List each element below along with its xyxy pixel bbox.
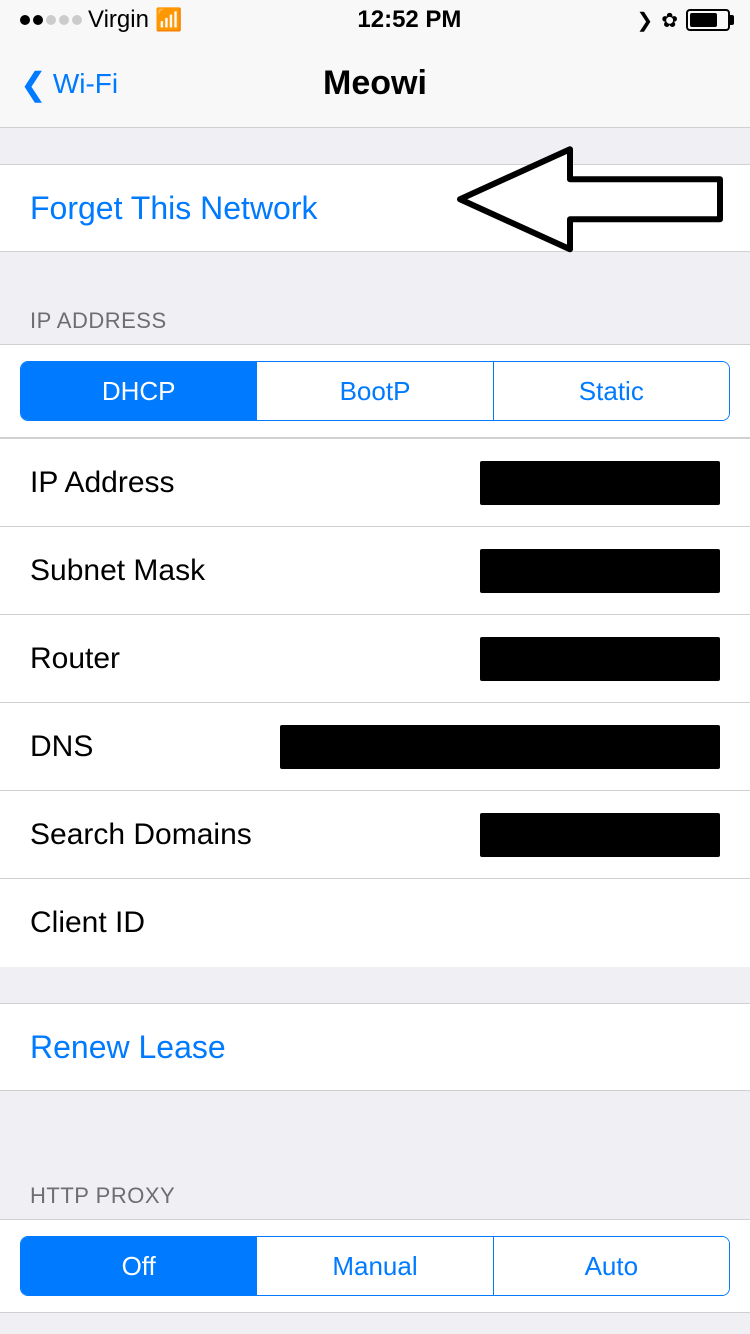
http-proxy-segment-control: Off Manual Auto — [20, 1236, 730, 1296]
segment-dhcp[interactable]: DHCP — [21, 362, 257, 420]
row-label-subnet-mask: Subnet Mask — [30, 554, 205, 588]
row-label-client-id: Client ID — [30, 906, 145, 940]
section-gap-top — [0, 128, 750, 164]
nav-bar: ❮ Wi-Fi Meowi — [0, 40, 750, 128]
row-label-ip-address: IP Address — [30, 466, 175, 500]
row-value-subnet-mask — [480, 549, 720, 593]
back-label: Wi-Fi — [53, 68, 118, 100]
ip-segment-control: DHCP BootP Static — [20, 361, 730, 421]
section-gap-2 — [0, 252, 750, 288]
status-right: ❯ ✿ — [636, 8, 730, 33]
table-row-dns: DNS — [0, 703, 750, 791]
signal-dot-5 — [72, 15, 82, 25]
forget-network-row[interactable]: Forget This Network — [0, 164, 750, 252]
row-label-dns: DNS — [30, 730, 93, 764]
renew-lease-label: Renew Lease — [30, 1029, 226, 1066]
forget-network-wrapper: Forget This Network — [0, 164, 750, 252]
proxy-option-auto[interactable]: Auto — [494, 1237, 729, 1295]
table-row-client-id: Client ID — [0, 879, 750, 967]
row-value-ip-address — [480, 461, 720, 505]
status-left: Virgin 📶 — [20, 6, 182, 34]
signal-dot-3 — [46, 15, 56, 25]
forget-network-label: Forget This Network — [30, 190, 318, 227]
status-bar: Virgin 📶 12:52 PM ❯ ✿ — [0, 0, 750, 40]
row-value-router — [480, 637, 720, 681]
signal-dot-4 — [59, 15, 69, 25]
page-title: Meowi — [323, 64, 427, 103]
http-proxy-header: HTTP PROXY — [0, 1163, 750, 1219]
ip-address-section-header: IP ADDRESS — [0, 288, 750, 344]
back-chevron-icon: ❮ — [20, 68, 47, 100]
status-time: 12:52 PM — [357, 6, 461, 34]
section-gap-3 — [0, 1091, 750, 1127]
row-label-router: Router — [30, 642, 120, 676]
table-row-router: Router — [0, 615, 750, 703]
page: Virgin 📶 12:52 PM ❯ ✿ ❮ Wi-Fi Meowi Forg… — [0, 0, 750, 1313]
signal-dot-1 — [20, 15, 30, 25]
ip-table: IP Address Subnet Mask Router DNS Search… — [0, 438, 750, 967]
segment-bootp[interactable]: BootP — [257, 362, 493, 420]
renew-lease-row[interactable]: Renew Lease — [0, 1003, 750, 1091]
wifi-icon: 📶 — [155, 7, 182, 33]
table-row-subnet-mask: Subnet Mask — [0, 527, 750, 615]
back-button[interactable]: ❮ Wi-Fi — [20, 68, 118, 100]
location-icon: ❯ — [636, 8, 653, 33]
battery-indicator — [686, 9, 730, 31]
proxy-option-off[interactable]: Off — [21, 1237, 257, 1295]
signal-dot-2 — [33, 15, 43, 25]
proxy-option-manual[interactable]: Manual — [257, 1237, 493, 1295]
bluetooth-icon: ✿ — [661, 8, 678, 33]
row-value-search-domains — [480, 813, 720, 857]
table-row-search-domains: Search Domains — [0, 791, 750, 879]
battery-fill — [690, 13, 717, 27]
row-label-search-domains: Search Domains — [30, 818, 252, 852]
table-row-ip-address: IP Address — [0, 439, 750, 527]
segment-static[interactable]: Static — [494, 362, 729, 420]
signal-dots — [20, 15, 82, 25]
http-proxy-segment-wrapper: Off Manual Auto — [0, 1219, 750, 1313]
carrier-label: Virgin — [88, 6, 149, 34]
row-value-dns — [280, 725, 720, 769]
ip-segment-wrapper: DHCP BootP Static — [0, 344, 750, 438]
